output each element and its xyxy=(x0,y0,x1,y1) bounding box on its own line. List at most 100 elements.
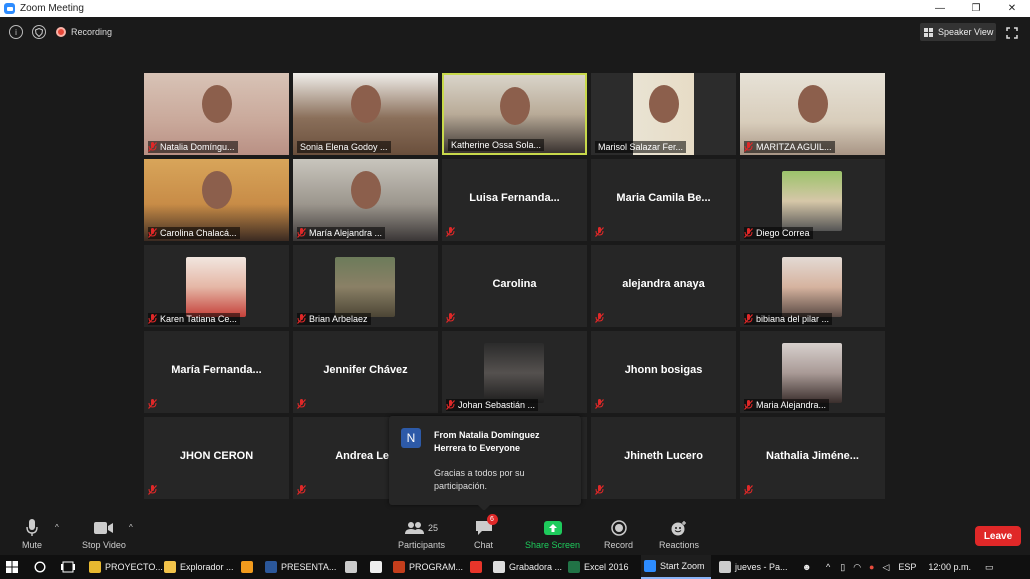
grid-icon xyxy=(924,27,933,37)
taskbar-app[interactable]: PROYECTO... xyxy=(86,555,163,579)
taskbar-app[interactable]: Excel 2016 xyxy=(565,555,637,579)
mute-button[interactable]: Mute xyxy=(22,518,42,550)
muted-mic-icon xyxy=(148,485,157,495)
profile-picture xyxy=(484,343,544,403)
participant-tile[interactable]: JHON CERON xyxy=(144,417,289,499)
participant-tile[interactable]: Carolina xyxy=(442,245,587,327)
record-button[interactable]: Record xyxy=(604,518,633,550)
fullscreen-icon[interactable] xyxy=(1006,26,1018,39)
app-icon xyxy=(719,561,731,573)
participant-tile[interactable]: Nathalia Jiméne... xyxy=(740,417,885,499)
participant-name-label: Brian Arbelaez xyxy=(297,313,371,325)
restore-button[interactable]: ❐ xyxy=(958,0,994,17)
participant-tile[interactable]: Brian Arbelaez xyxy=(293,245,438,327)
shield-icon[interactable] xyxy=(32,25,46,39)
microphone-icon xyxy=(26,518,38,538)
participant-name: Brian Arbelaez xyxy=(309,314,368,324)
participant-tile[interactable]: Maria Alejandra... xyxy=(740,331,885,413)
chat-button[interactable]: 6 Chat xyxy=(474,514,498,550)
muted-mic-icon xyxy=(595,399,604,409)
video-camera-icon xyxy=(93,518,114,538)
window-title: Zoom Meeting xyxy=(20,3,84,14)
share-screen-button[interactable]: Share Screen xyxy=(525,518,580,550)
participant-tile[interactable]: María Fernanda... xyxy=(144,331,289,413)
leave-button[interactable]: Leave xyxy=(975,526,1021,546)
participant-tile[interactable]: Carolina Chalacá... xyxy=(144,159,289,241)
taskbar-app[interactable]: Explorador ... xyxy=(161,555,235,579)
taskbar-app[interactable]: Start Zoom xyxy=(641,555,711,579)
chat-sender: From Natalia Domínguez Herrera to Everyo… xyxy=(434,430,540,453)
taskbar-app-label: Excel 2016 xyxy=(584,562,629,572)
participant-tile[interactable]: Natalia Domíngu... xyxy=(144,73,289,155)
speaker-view-button[interactable]: Speaker View xyxy=(920,23,996,41)
task-view-icon[interactable] xyxy=(61,555,75,579)
app-icon xyxy=(493,561,505,573)
record-tray-icon: ● xyxy=(869,562,875,572)
participant-name-label: Sonia Elena Godoy ... xyxy=(297,141,391,153)
language-indicator[interactable]: ESP xyxy=(898,562,916,572)
participant-tile[interactable]: Sonia Elena Godoy ... xyxy=(293,73,438,155)
meeting-top-bar: i Recording Speaker View xyxy=(0,17,1030,47)
chat-notification[interactable]: N From Natalia Domínguez Herrera to Ever… xyxy=(389,416,581,511)
recording-indicator[interactable]: Recording xyxy=(56,25,112,39)
volume-icon[interactable]: ◁ xyxy=(882,562,889,573)
participant-tile[interactable]: María Alejandra ... xyxy=(293,159,438,241)
reactions-button[interactable]: Reactions xyxy=(659,518,699,550)
participant-tile[interactable]: Katherine Ossa Sola... xyxy=(442,73,587,155)
participants-label: Participants xyxy=(398,540,446,550)
taskbar-app[interactable] xyxy=(467,555,487,579)
participant-tile[interactable]: MARITZA AGUIL... xyxy=(740,73,885,155)
search-circle-icon[interactable] xyxy=(34,555,46,579)
chevron-up-icon[interactable]: ^ xyxy=(826,562,830,572)
participant-name-label: MARITZA AGUIL... xyxy=(744,141,835,153)
muted-mic-icon xyxy=(446,313,455,323)
video-options-caret-icon[interactable]: ^ xyxy=(129,523,133,532)
taskbar-app[interactable]: PROGRAM... xyxy=(390,555,464,579)
app-icon xyxy=(644,560,656,572)
app-icon xyxy=(345,561,357,573)
muted-mic-icon xyxy=(297,399,306,409)
notifications-icon[interactable]: ▭ xyxy=(985,562,994,573)
participant-tile[interactable]: Maria Camila Be... xyxy=(591,159,736,241)
participant-tile[interactable]: Marisol Salazar Fer... xyxy=(591,73,736,155)
participant-tile[interactable]: bibiana del pilar ... xyxy=(740,245,885,327)
info-icon[interactable]: i xyxy=(9,25,23,39)
participant-tile[interactable]: Jhonn bosigas xyxy=(591,331,736,413)
participant-name-center: Jhonn bosigas xyxy=(624,364,703,376)
taskbar-app[interactable]: PRESENTA... xyxy=(262,555,340,579)
taskbar-app[interactable] xyxy=(342,555,362,579)
windows-logo-icon xyxy=(6,561,18,573)
taskbar-app[interactable] xyxy=(367,555,387,579)
stop-video-button[interactable]: Stop Video xyxy=(82,518,126,550)
clock[interactable]: 12:00 p.m. xyxy=(928,562,971,572)
battery-icon: ▯ xyxy=(840,561,846,572)
participant-name-label: Maria Alejandra... xyxy=(744,399,830,411)
speaker-view-label: Speaker View xyxy=(938,27,994,37)
close-button[interactable]: ✕ xyxy=(994,0,1030,17)
participant-name-label: Natalia Domíngu... xyxy=(148,141,238,153)
network-icon[interactable]: ◠ xyxy=(853,562,861,573)
chat-label: Chat xyxy=(474,540,494,550)
audio-options-caret-icon[interactable]: ^ xyxy=(55,523,59,532)
participant-tile[interactable]: Diego Correa xyxy=(740,159,885,241)
participant-tile[interactable]: Karen Tatiana Ce... xyxy=(144,245,289,327)
muted-mic-icon xyxy=(297,228,306,238)
taskbar-app[interactable]: Grabadora ... xyxy=(490,555,564,579)
app-icon xyxy=(164,561,176,573)
minimize-button[interactable]: — xyxy=(922,0,958,17)
participant-tile[interactable]: Johan Sebastián ... xyxy=(442,331,587,413)
start-button[interactable] xyxy=(6,555,18,579)
taskbar-app[interactable]: jueves - Pa... xyxy=(716,555,788,579)
participant-tile[interactable]: Luisa Fernanda... xyxy=(442,159,587,241)
participant-name: María Alejandra ... xyxy=(309,228,383,238)
participants-icon xyxy=(405,522,424,534)
participants-button[interactable]: 25 Participants xyxy=(398,518,445,550)
profile-picture xyxy=(782,171,842,231)
participant-name: Sonia Elena Godoy ... xyxy=(300,142,388,152)
participant-name: MARITZA AGUIL... xyxy=(756,142,832,152)
people-icon[interactable]: ☻ xyxy=(802,562,814,572)
participant-tile[interactable]: alejandra anaya xyxy=(591,245,736,327)
participant-tile[interactable]: Jennifer Chávez xyxy=(293,331,438,413)
taskbar-app[interactable] xyxy=(238,555,258,579)
participant-tile[interactable]: Jhineth Lucero xyxy=(591,417,736,499)
